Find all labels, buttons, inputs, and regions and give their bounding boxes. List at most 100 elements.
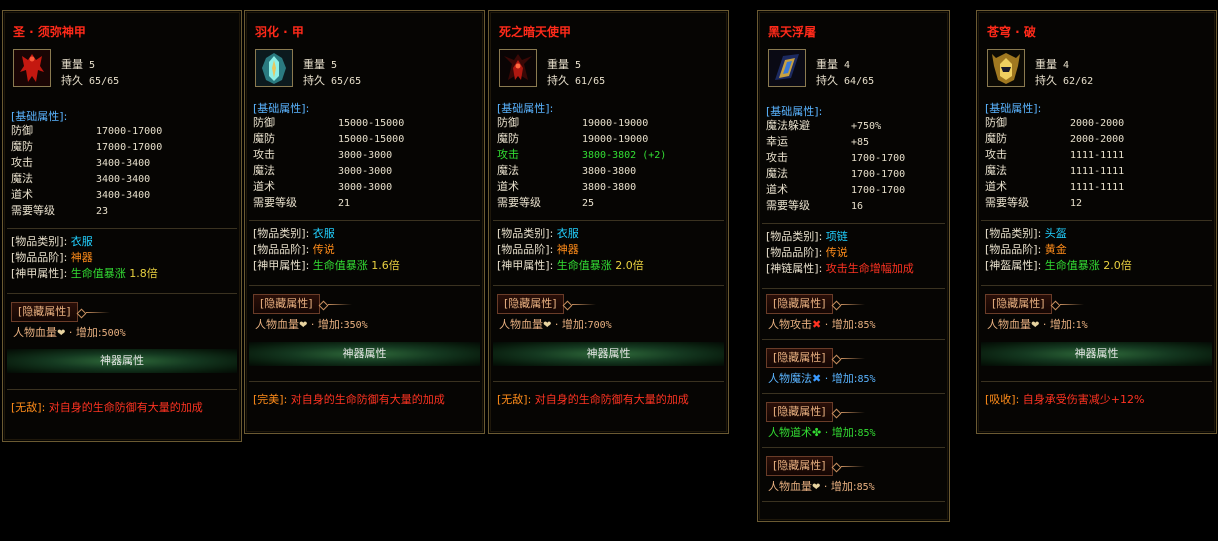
item-tooltip-card-3: 黑天浮屠 重量 4 持久 64/65 [基础属性]: 魔法躲避 +750% 幸运 +… (757, 10, 950, 522)
prop-key: [物品类别]: (253, 227, 310, 240)
stat-row: 攻击 3000-3000 (253, 147, 404, 163)
stat-value: 17000-17000 (96, 142, 163, 153)
prop-value: 头盔 (1044, 227, 1067, 240)
armor-item-icon (255, 49, 293, 87)
item-tooltip-card-0: 圣 · 须弥神甲 重量 5 持久 65/65 [基础属性]: 防御 17000-1… (2, 10, 242, 442)
hidden-attr-increase: 增加: (561, 318, 588, 331)
prop-key: [物品类别]: (497, 227, 554, 240)
hidden-attr-name: 人物道术 (768, 426, 812, 439)
prop-key: [物品品阶]: (253, 243, 310, 256)
stat-name: 防御 (253, 116, 275, 129)
prop-key: [神甲属性]: (253, 259, 310, 272)
hidden-attr-name: 人物血量 (499, 318, 543, 331)
stat-row: 需要等级 23 (11, 203, 162, 219)
hidden-attr-value: 500% (101, 328, 126, 339)
prop-value: 传说 (312, 243, 335, 256)
stat-row: 防御 19000-19000 (497, 115, 666, 131)
hidden-attribute-tag: [隐藏属性] (497, 294, 598, 314)
divider (7, 228, 237, 229)
stat-row: 需要等级 21 (253, 195, 404, 211)
heart-icon: ❤ (543, 320, 552, 331)
artifact-attributes-bar[interactable]: 神器属性 (493, 342, 724, 366)
stat-value: +750% (851, 121, 882, 132)
hidden-attribute-tag: [隐藏属性] (985, 294, 1086, 314)
prop-value: 衣服 (70, 235, 93, 248)
stat-row: 需要等级 16 (766, 198, 905, 214)
hidden-attribute-value: 人物血量❤ · 增加:500% (13, 326, 126, 339)
prop-key: [物品品阶]: (766, 246, 823, 259)
weight-value: 4 (1063, 60, 1070, 71)
stat-list: 魔法躲避 +750% 幸运 +85 攻击 1700-1700 魔法 1700-1700 … (766, 118, 905, 214)
hidden-attribute-value: 人物血量❤ · 增加:700% (499, 318, 612, 331)
heart-icon: ❤ (299, 320, 308, 331)
weight-value: 5 (89, 60, 96, 71)
stat-value: 21 (338, 198, 351, 209)
stat-list: 防御 15000-15000 魔防 15000-15000 攻击 3000-3000 … (253, 115, 404, 211)
magic-icon: ✖ (812, 372, 822, 385)
prop-value: 生命值暴涨 (70, 267, 126, 280)
prop-value: 神器 (556, 243, 579, 256)
stat-row: 魔法 1700-1700 (766, 166, 905, 182)
effect-text: 对自身的生命防御有大量的加成 (48, 401, 203, 414)
stat-value: 2000-2000 (1070, 118, 1125, 129)
artifact-attributes-bar[interactable]: 神器属性 (249, 342, 480, 366)
artifact-attributes-bar[interactable]: 神器属性 (981, 342, 1212, 366)
stat-value: 1111-1111 (1070, 150, 1125, 161)
stat-name: 魔防 (985, 132, 1007, 145)
weight-value: 4 (844, 60, 851, 71)
stat-row: 防御 15000-15000 (253, 115, 404, 131)
special-effect: [无敌]: 对自身的生命防御有大量的加成 (497, 391, 689, 407)
hidden-attr-name: 人物血量 (13, 326, 57, 339)
hidden-attribute-tag: [隐藏属性] (11, 302, 112, 322)
stat-row: 道术 3000-3000 (253, 179, 404, 195)
item-properties: [物品类别]: 衣服 [物品品阶]: 神器 [神甲属性]: 生命值暴涨 2.0倍 (497, 226, 644, 274)
effect-key: [无敌]: (11, 401, 46, 414)
weight-value: 5 (575, 60, 582, 71)
stat-name: 需要等级 (497, 196, 541, 209)
stat-name: 需要等级 (766, 199, 810, 212)
hidden-attr-value: 1% (1075, 320, 1088, 331)
divider (762, 288, 945, 289)
stat-value: 15000-15000 (338, 134, 405, 145)
weight-label: 重量 (816, 58, 838, 71)
stat-value: 1700-1700 (851, 153, 906, 164)
tao-icon: ✤ (812, 426, 822, 439)
stat-name: 魔法 (497, 164, 519, 177)
prop-key: [物品类别]: (985, 227, 1042, 240)
stat-row-bonus: 攻击 3800-3802 (+2) (497, 147, 666, 163)
hidden-attribute-label: [隐藏属性] (766, 348, 833, 368)
durability-value: 64/65 (844, 76, 875, 87)
ornament-icon (833, 300, 867, 309)
prop-multiplier: 2.0倍 (1103, 259, 1132, 272)
artifact-attributes-bar[interactable]: 神器属性 (7, 349, 237, 373)
durability-label: 持久 (303, 74, 325, 87)
stat-name: 道术 (253, 180, 275, 193)
ornament-icon (320, 300, 354, 309)
prop-key: [神链属性]: (766, 262, 823, 275)
ornament-icon (1052, 300, 1086, 309)
stat-name: 魔防 (11, 140, 33, 153)
stat-row: 道术 1111-1111 (985, 179, 1124, 195)
hidden-attr-value: 85% (857, 374, 876, 385)
stat-name: 攻击 (497, 148, 519, 161)
prop-value: 传说 (825, 246, 848, 259)
stat-value: 19000-19000 (582, 134, 649, 145)
stat-name: 攻击 (11, 156, 33, 169)
prop-key: [物品品阶]: (497, 243, 554, 256)
item-properties: [物品类别]: 衣服 [物品品阶]: 神器 [神甲属性]: 生命值暴涨 1.8倍 (11, 234, 158, 282)
stat-row: 魔防 19000-19000 (497, 131, 666, 147)
stat-value: 2000-2000 (1070, 134, 1125, 145)
hidden-attribute-value: 人物魔法✖ · 增加:85% (768, 372, 876, 385)
item-properties: [物品类别]: 头盔 [物品品阶]: 黄金 [神盔属性]: 生命值暴涨 2.0倍 (985, 226, 1132, 274)
hidden-attribute-tag: [隐藏属性] (766, 402, 867, 422)
weight-value: 5 (331, 60, 338, 71)
base-attributes-heading: [基础属性]: (985, 102, 1042, 115)
hidden-attribute-tag: [隐藏属性] (766, 348, 867, 368)
prop-value: 黄金 (1044, 243, 1067, 256)
hidden-attribute-value: 人物攻击✖ · 增加:85% (768, 318, 876, 331)
stat-name: 道术 (985, 180, 1007, 193)
hidden-attribute-label: [隐藏属性] (497, 294, 564, 314)
item-tooltip-card-2: 死之暗天使甲 重量 5 持久 61/65 [基础属性]: 防御 19000-190… (488, 10, 729, 434)
armor-item-icon (499, 49, 537, 87)
sword-icon: ✖ (812, 318, 822, 331)
